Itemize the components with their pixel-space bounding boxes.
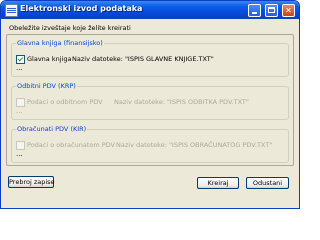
general-ledger-file-name: Naziv datoteke: "ISPIS GLAVNE KNJIGE.TXT… <box>72 55 214 63</box>
minimize-icon <box>252 12 257 14</box>
general-ledger-checkbox[interactable] <box>16 55 25 64</box>
group-general-ledger: Glavna knjiga (finansijsko) Glavna knjig… <box>11 39 289 77</box>
group-general-ledger-legend: Glavna knjiga (finansijsko) <box>17 39 103 47</box>
reports-panel: Glavna knjiga (finansijsko) Glavna knjig… <box>6 34 294 166</box>
deductible-vat-file-name: Naziv datoteke: "ISPIS ODBITKA PDV.TXT" <box>114 98 249 106</box>
dialog-window: Elektronski izvod podataka ✕ Obeležite i… <box>0 0 300 209</box>
maximize-icon <box>268 7 275 13</box>
close-icon: ✕ <box>285 6 292 15</box>
document-icon <box>5 4 18 17</box>
calculated-vat-dots: ... <box>16 150 23 158</box>
group-deductible-vat: Odbitni PDV (KRP) Podaci o odbitnom PDV … <box>11 82 289 120</box>
general-ledger-checkbox-label[interactable]: Glavna knjiga <box>27 55 71 63</box>
close-button[interactable]: ✕ <box>282 4 295 17</box>
group-calculated-vat-legend: Obračunati PDV (KIR) <box>17 125 87 133</box>
intro-label: Obeležite izveštaje koje želite kreirati <box>9 24 131 32</box>
create-button[interactable]: Kreiraj <box>197 177 239 189</box>
window-title: Elektronski izvod podataka <box>20 4 143 13</box>
cancel-button[interactable]: Odustani <box>246 177 289 189</box>
deductible-vat-dots: ... <box>16 107 23 115</box>
deductible-vat-checkbox[interactable] <box>16 98 25 107</box>
calculated-vat-checkbox-label[interactable]: Podaci o obračunatom PDV <box>27 141 115 149</box>
maximize-button[interactable] <box>265 4 278 17</box>
calculated-vat-file-name: Naziv datoteke: "ISPIS OBRAČUNATOG PDV.T… <box>116 141 273 149</box>
minimize-button[interactable] <box>248 4 261 17</box>
deductible-vat-checkbox-label[interactable]: Podaci o odbitnom PDV <box>27 98 103 106</box>
count-records-button[interactable]: Prebroj zapise <box>8 176 55 188</box>
calculated-vat-checkbox[interactable] <box>16 141 25 150</box>
group-calculated-vat: Obračunati PDV (KIR) Podaci o obračunato… <box>11 125 289 163</box>
group-deductible-vat-legend: Odbitni PDV (KRP) <box>17 82 76 90</box>
general-ledger-dots: ... <box>16 64 23 72</box>
title-bar[interactable]: Elektronski izvod podataka ✕ <box>1 1 299 19</box>
